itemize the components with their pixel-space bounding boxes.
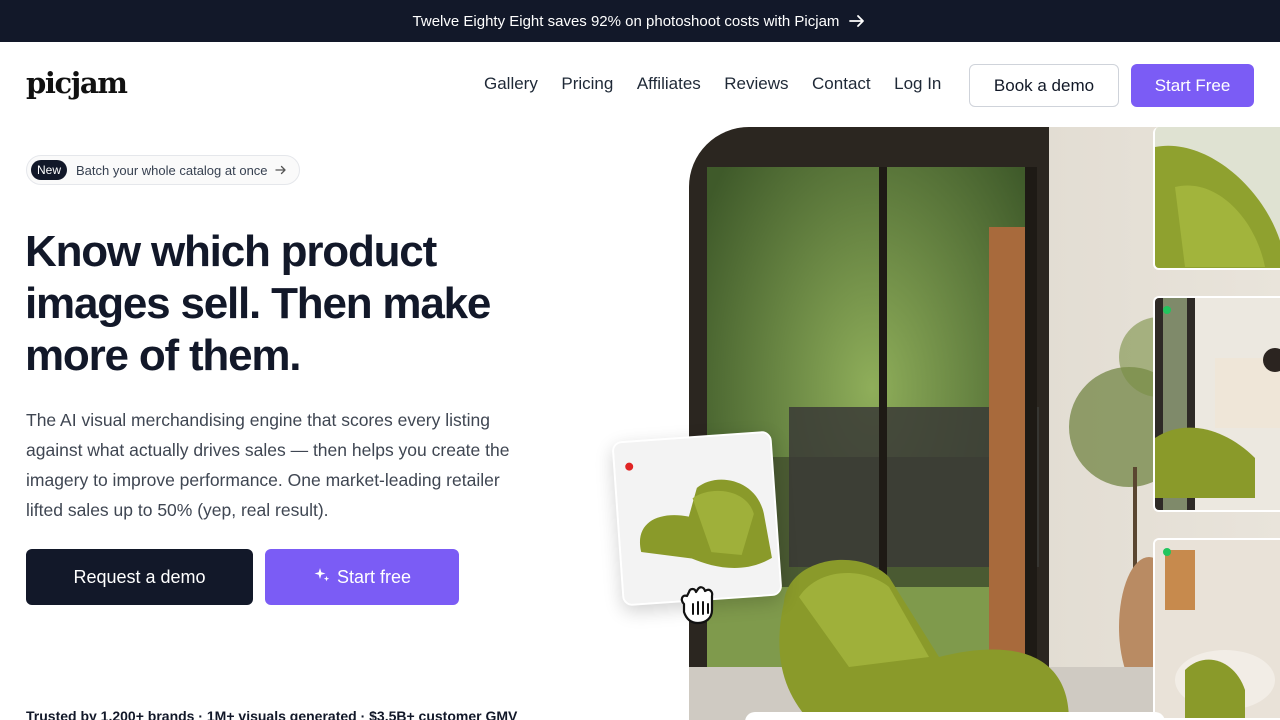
- thumbnail-living-room[interactable]: [1153, 538, 1280, 720]
- nav-links: Gallery Pricing Affiliates Reviews Conta…: [484, 74, 965, 94]
- announcement-text[interactable]: Twelve Eighty Eight saves 92% on photosh…: [413, 13, 840, 30]
- arrow-right-icon: [274, 163, 288, 177]
- nav-link-login[interactable]: Log In: [894, 74, 941, 94]
- start-free-button[interactable]: Start free: [265, 549, 459, 605]
- badge-text: Batch your whole catalog at once: [76, 162, 268, 178]
- top-nav: picjam Gallery Pricing Affiliates Review…: [0, 42, 1280, 128]
- start-free-nav-button[interactable]: Start Free: [1131, 64, 1254, 107]
- start-free-label: Start free: [336, 566, 412, 587]
- nav-link-gallery[interactable]: Gallery: [484, 74, 538, 94]
- nav-link-affiliates[interactable]: Affiliates: [637, 74, 701, 94]
- trust-stats: Trusted by 1,200+ brands · 1M+ visuals g…: [26, 708, 518, 720]
- nav-link-reviews[interactable]: Reviews: [724, 74, 788, 94]
- grab-cursor-icon: [674, 580, 722, 626]
- sparkle-icon: [313, 566, 331, 589]
- request-demo-button[interactable]: Request a demo: [26, 549, 253, 605]
- hero-subtext: The AI visual merchandising engine that …: [26, 410, 510, 520]
- nav-link-contact[interactable]: Contact: [812, 74, 871, 94]
- status-dot-green: [1163, 548, 1171, 556]
- new-feature-badge[interactable]: New Batch your whole catalog at once: [26, 155, 300, 185]
- bottom-overlay: [745, 712, 1165, 720]
- announcement-bar[interactable]: Twelve Eighty Eight saves 92% on photosh…: [0, 0, 1280, 42]
- thumbnail-woman-reading[interactable]: [1153, 296, 1280, 512]
- new-pill: New: [31, 160, 68, 180]
- status-dot-green: [1163, 306, 1171, 314]
- nav-link-pricing[interactable]: Pricing: [561, 74, 613, 94]
- hero-headline: Know which product images sell. Then mak…: [25, 227, 491, 380]
- logo[interactable]: picjam: [26, 66, 128, 100]
- arrow-right-icon: [847, 11, 867, 31]
- book-demo-button[interactable]: Book a demo: [969, 64, 1119, 107]
- thumbnail-chair-closeup[interactable]: [1153, 127, 1280, 270]
